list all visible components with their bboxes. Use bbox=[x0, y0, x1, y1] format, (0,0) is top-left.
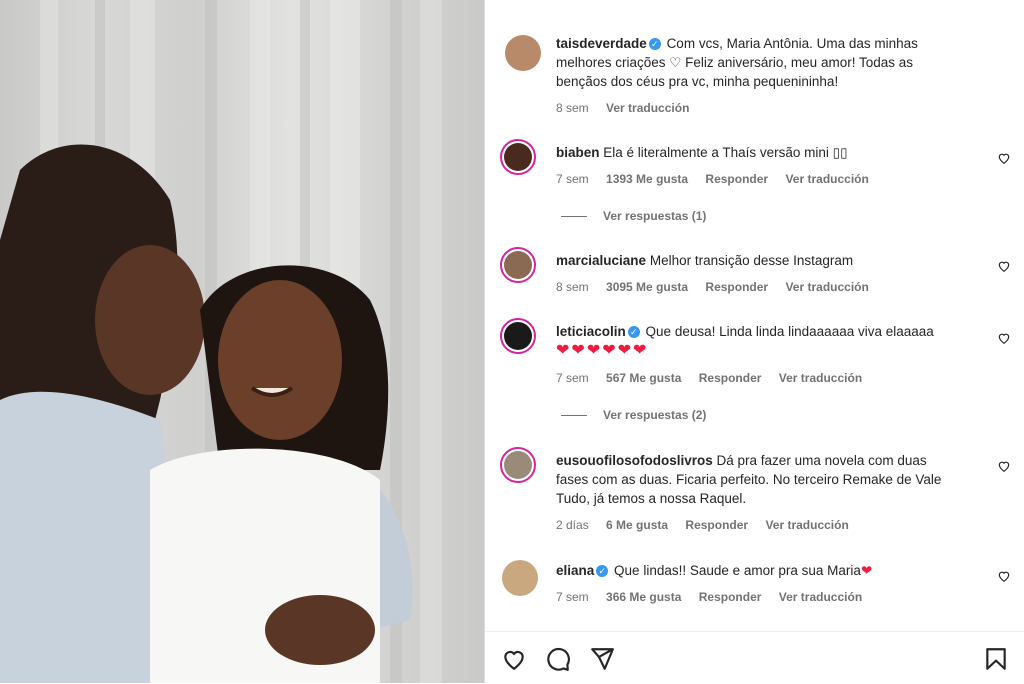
view-replies-button[interactable]: Ver respuestas (2) bbox=[561, 408, 706, 422]
username-link[interactable]: leticiacolin bbox=[556, 324, 626, 339]
heart-icon[interactable] bbox=[997, 331, 1011, 345]
comment-text: eliana ✓ Que lindas!! Saude e amor pra su… bbox=[556, 561, 986, 580]
view-replies-label: Ver respuestas (1) bbox=[603, 209, 707, 223]
comment-body: Que lindas!! Saude e amor pra sua Maria bbox=[614, 563, 861, 578]
avatar[interactable] bbox=[505, 35, 541, 71]
comment-text: marcialuciane Melhor transição desse Ins… bbox=[556, 251, 986, 270]
username-link[interactable]: eliana bbox=[556, 563, 594, 578]
reply-button[interactable]: Responder bbox=[705, 280, 768, 294]
comment-body-line-2: fases com as duas. Ficaria perfeito. No … bbox=[556, 472, 942, 487]
post-photo[interactable] bbox=[0, 0, 484, 683]
translate-link[interactable]: Ver traducción bbox=[606, 101, 689, 115]
caption-line-3: bençãos dos céus pra vc, minha pequenini… bbox=[556, 74, 839, 89]
likes-count[interactable]: 3095 Me gusta bbox=[606, 280, 688, 294]
timestamp[interactable]: 7 sem bbox=[556, 371, 589, 385]
comment-body-line-1: Dá pra fazer uma novela com duas bbox=[716, 453, 927, 468]
reply-button[interactable]: Responder bbox=[699, 590, 762, 604]
heart-icon[interactable] bbox=[501, 646, 527, 672]
timestamp[interactable]: 8 sem bbox=[556, 101, 589, 115]
comment-body: Ela é literalmente a Thaís versão mini ▯… bbox=[603, 145, 848, 160]
share-icon[interactable] bbox=[589, 646, 615, 672]
likes-count[interactable]: 366 Me gusta bbox=[606, 590, 681, 604]
comment-meta: 8 sem 3095 Me gusta Responder Ver traduc… bbox=[556, 280, 883, 294]
post-caption: taisdeverdade ✓ Com vcs, Maria Antônia. U… bbox=[556, 34, 996, 91]
caption-line-2: melhores criações ♡ Feliz aniversário, m… bbox=[556, 55, 913, 70]
heart-icon[interactable] bbox=[997, 569, 1011, 583]
reply-button[interactable]: Responder bbox=[705, 172, 768, 186]
caption-meta: 8 sem Ver traducción bbox=[556, 101, 703, 115]
view-replies-label: Ver respuestas (2) bbox=[603, 408, 707, 422]
likes-count[interactable]: 1393 Me gusta bbox=[606, 172, 688, 186]
comment-meta: 7 sem 1393 Me gusta Responder Ver traduc… bbox=[556, 172, 883, 186]
avatar[interactable] bbox=[502, 560, 538, 596]
comment-body-line-3: Tudo, já temos a nossa Raquel. bbox=[556, 491, 747, 506]
timestamp[interactable]: 7 sem bbox=[556, 590, 589, 604]
comment-text: biaben Ela é literalmente a Thaís versão… bbox=[556, 143, 986, 162]
caption-line-1: Com vcs, Maria Antônia. Uma das minhas bbox=[666, 36, 918, 51]
timestamp[interactable]: 2 días bbox=[556, 518, 589, 532]
comment-text: leticiacolin ✓ Que deusa! Linda linda lin… bbox=[556, 322, 986, 360]
translate-link[interactable]: Ver traducción bbox=[779, 371, 862, 385]
avatar[interactable] bbox=[500, 318, 536, 354]
heart-emoji: ❤︎ bbox=[860, 563, 873, 578]
verified-badge-icon: ✓ bbox=[627, 326, 640, 338]
heart-icon[interactable] bbox=[997, 259, 1011, 273]
comment-meta: 2 días 6 Me gusta Responder Ver traducci… bbox=[556, 518, 863, 532]
username-link[interactable]: biaben bbox=[556, 145, 600, 160]
verified-badge-icon: ✓ bbox=[648, 38, 661, 50]
verified-badge-icon: ✓ bbox=[596, 565, 609, 577]
comments-panel: taisdeverdade ✓ Com vcs, Maria Antônia. U… bbox=[485, 0, 1024, 683]
translate-link[interactable]: Ver traducción bbox=[765, 518, 848, 532]
username-link[interactable]: eusouofilosofodoslivros bbox=[556, 453, 713, 468]
translate-link[interactable]: Ver traducción bbox=[785, 280, 868, 294]
reply-button[interactable]: Responder bbox=[699, 371, 762, 385]
likes-count[interactable]: 567 Me gusta bbox=[606, 371, 681, 385]
timestamp[interactable]: 8 sem bbox=[556, 280, 589, 294]
heart-icon[interactable] bbox=[997, 151, 1011, 165]
view-replies-button[interactable]: Ver respuestas (1) bbox=[561, 209, 706, 223]
comment-icon[interactable] bbox=[545, 646, 571, 672]
comment-text: eusouofilosofodoslivros Dá pra fazer uma… bbox=[556, 451, 996, 508]
comment-meta: 7 sem 567 Me gusta Responder Ver traducc… bbox=[556, 371, 876, 385]
action-bar bbox=[485, 631, 1024, 684]
reply-button[interactable]: Responder bbox=[685, 518, 748, 532]
avatar[interactable] bbox=[500, 247, 536, 283]
timestamp[interactable]: 7 sem bbox=[556, 172, 589, 186]
likes-count[interactable]: 6 Me gusta bbox=[606, 518, 668, 532]
translate-link[interactable]: Ver traducción bbox=[785, 172, 868, 186]
avatar[interactable] bbox=[500, 139, 536, 175]
comment-meta: 7 sem 366 Me gusta Responder Ver traducc… bbox=[556, 590, 876, 604]
translate-link[interactable]: Ver traducción bbox=[779, 590, 862, 604]
avatar[interactable] bbox=[500, 447, 536, 483]
post-photo-illustration bbox=[0, 0, 442, 683]
username-link[interactable]: taisdeverdade bbox=[556, 36, 647, 51]
username-link[interactable]: marcialuciane bbox=[556, 253, 646, 268]
bookmark-icon[interactable] bbox=[983, 646, 1009, 672]
heart-icon[interactable] bbox=[997, 459, 1011, 473]
comment-body: Que deusa! Linda linda lindaaaaaa viva e… bbox=[645, 324, 934, 339]
heart-emojis: ❤︎❤︎❤︎❤︎❤︎❤︎ bbox=[556, 342, 649, 359]
comment-body: Melhor transição desse Instagram bbox=[649, 253, 854, 268]
